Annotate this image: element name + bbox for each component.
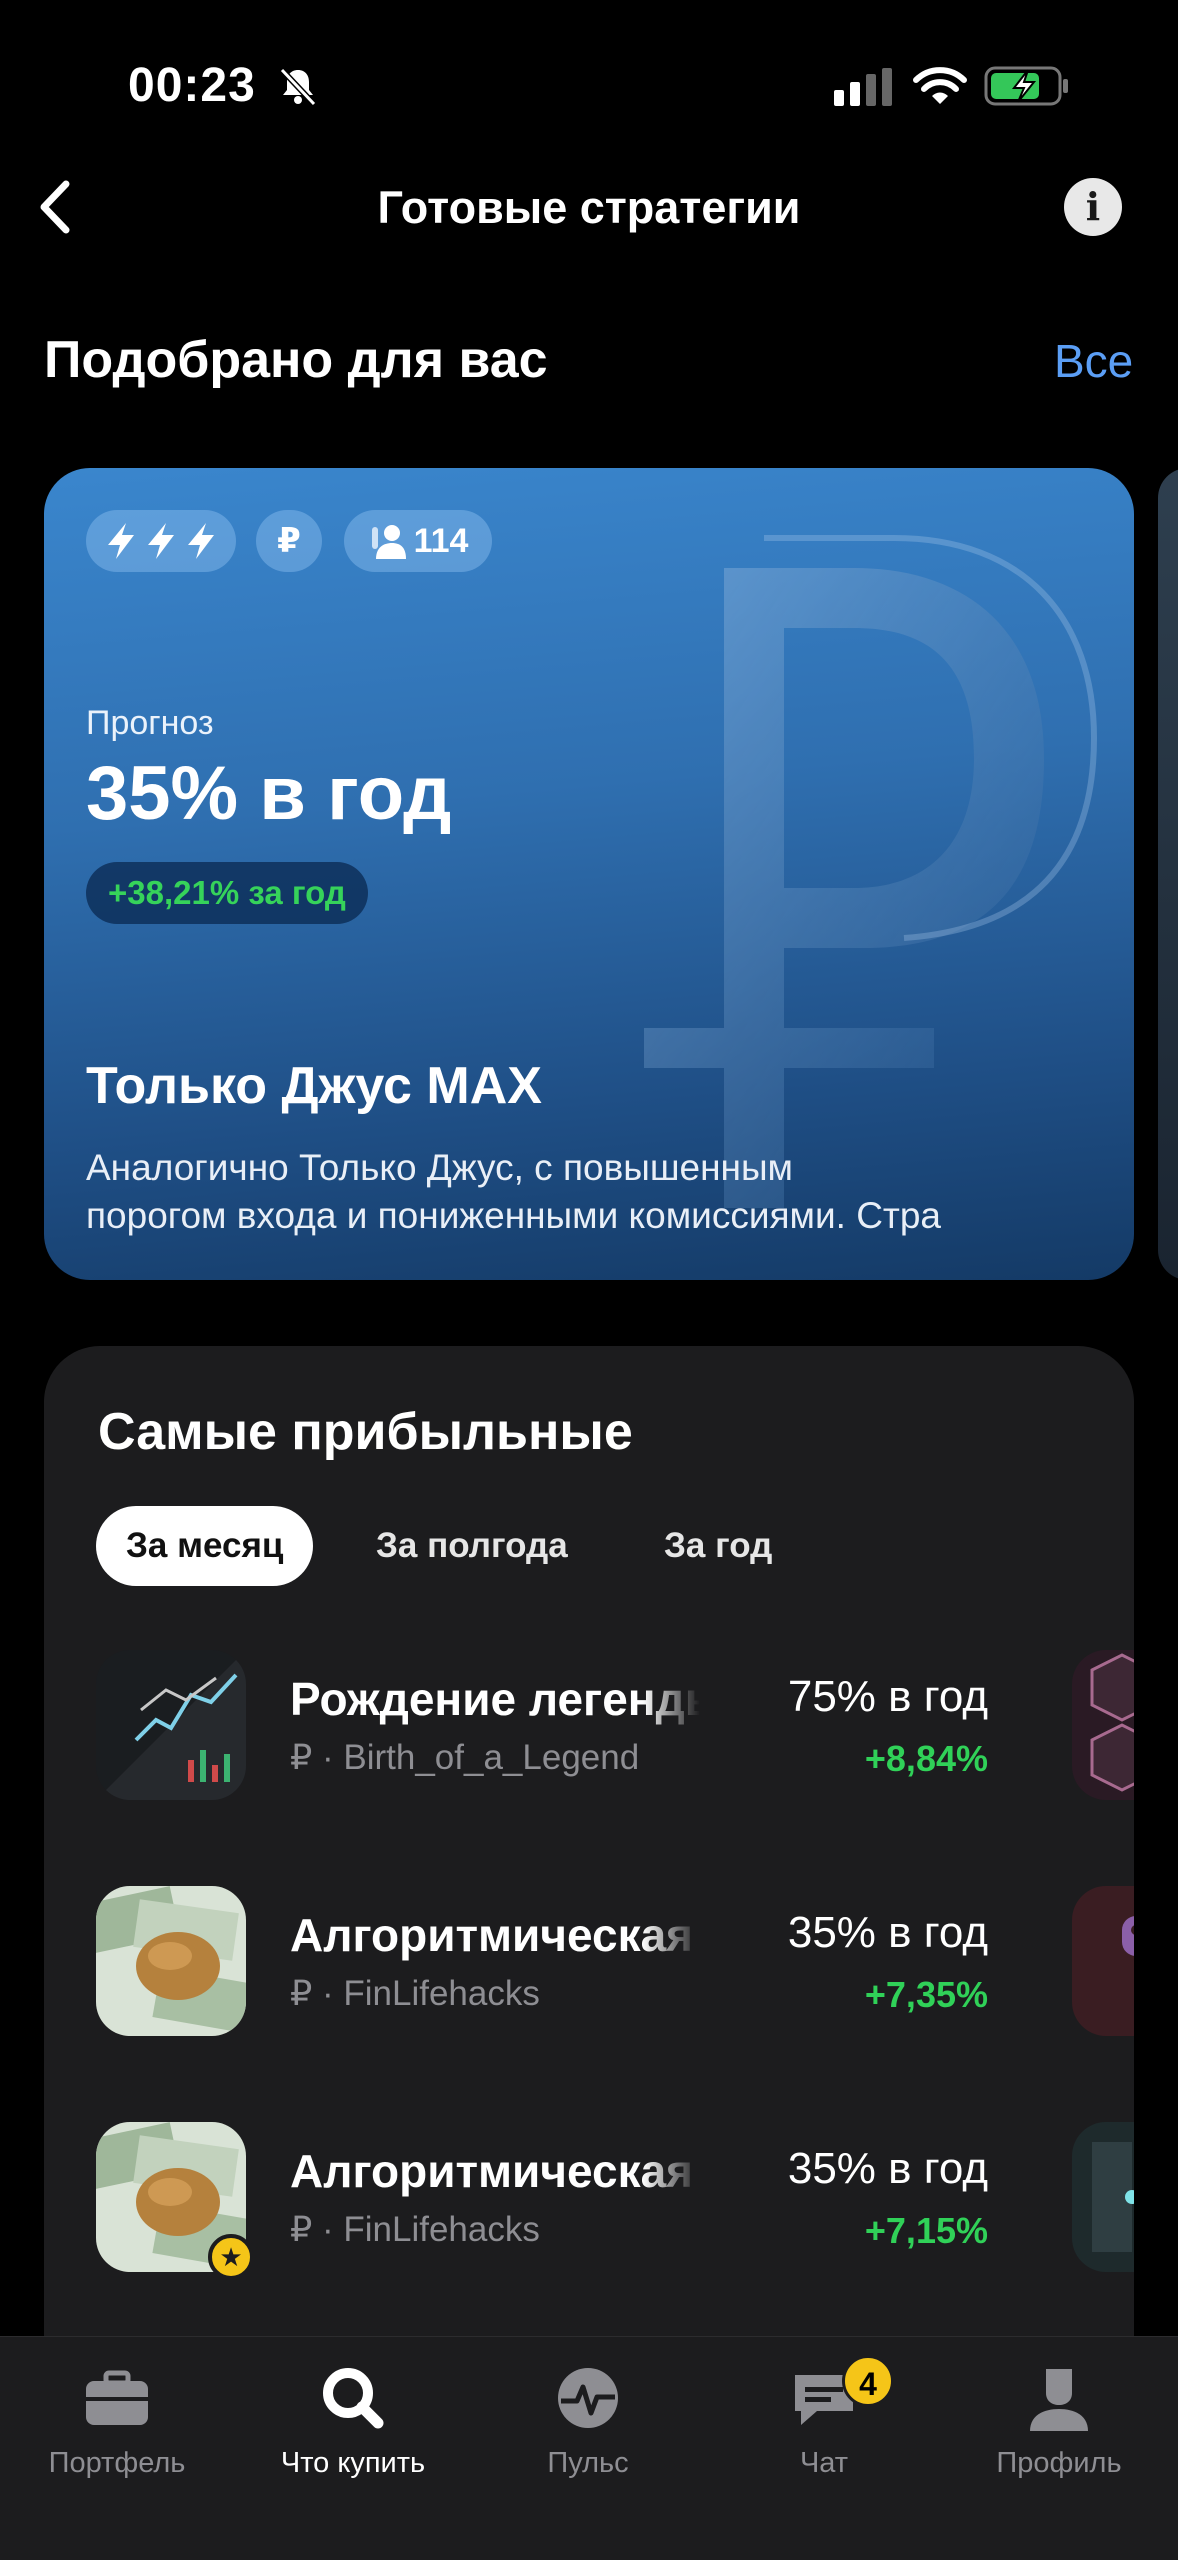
- profile-icon: [1030, 2369, 1088, 2431]
- pulse-icon: [558, 2368, 618, 2428]
- tab-portfolio[interactable]: Портфель: [7, 2363, 227, 2480]
- strategy-row[interactable]: ★ Алгоритмическая ₽ · FinLifehacks 35% в…: [96, 2122, 1134, 2280]
- see-all-link[interactable]: Все: [1054, 334, 1133, 388]
- subscribers-chip: 114: [344, 510, 492, 572]
- strategy-name: Рождение легенды: [290, 1673, 700, 1725]
- tab-label: Профиль: [996, 2447, 1122, 2479]
- tab-what-to-buy[interactable]: Что купить: [243, 2363, 463, 2480]
- bolt-icon: [108, 523, 134, 559]
- wifi-icon: [913, 67, 967, 104]
- bell-muted-icon: [279, 67, 317, 107]
- subscribers-count: 114: [413, 521, 469, 560]
- strategy-forecast: 75% в год: [787, 1672, 988, 1721]
- strategy-change: +8,84%: [864, 1738, 988, 1779]
- info-icon[interactable]: i: [1064, 178, 1122, 236]
- strategy-row[interactable]: Алгоритмическая ₽ · FinLifehacks 35% в г…: [96, 1886, 1134, 2036]
- strategy-author: ₽ · FinLifehacks: [290, 1974, 540, 2013]
- users-icon: [371, 525, 406, 559]
- risk-level-chip: [86, 510, 236, 572]
- next-column-thumbnail[interactable]: [1072, 1886, 1134, 2036]
- chat-unread-badge: 4: [842, 2355, 894, 2407]
- description-line-1: Аналогично Только Джус, с повышенным: [86, 1147, 793, 1188]
- status-bar: 00:23: [0, 0, 1178, 170]
- tab-label: Портфель: [48, 2447, 186, 2479]
- bolt-icon: [188, 523, 214, 559]
- tab-month[interactable]: За месяц: [96, 1506, 314, 1586]
- next-column-thumbnail[interactable]: [1072, 2122, 1134, 2272]
- status-time: 00:23: [128, 59, 256, 112]
- tab-label: Что купить: [280, 2447, 426, 2479]
- strategy-name: Алгоритмическая: [290, 1909, 694, 1961]
- battery-charging-icon: [984, 66, 1068, 106]
- tab-chat[interactable]: 4 Чат: [714, 2355, 934, 2480]
- tab-profile[interactable]: Профиль: [949, 2363, 1169, 2480]
- yield-pill: +38,21% за год: [86, 862, 368, 924]
- search-icon: [323, 2368, 384, 2429]
- next-strategy-card-peek[interactable]: [1158, 468, 1178, 1280]
- strategy-name: Алгоритмическая: [290, 2145, 694, 2197]
- strategy-forecast: 35% в год: [787, 2144, 988, 2193]
- description-line-2: порогом входа и пониженными комиссиями. …: [86, 1195, 942, 1236]
- next-column-thumbnail[interactable]: [1072, 1650, 1134, 1800]
- strategy-thumbnail-chart: [96, 1650, 246, 1800]
- strategy-thumbnail-money: [96, 1886, 246, 2036]
- tab-half-year[interactable]: За полгода: [346, 1506, 598, 1586]
- tab-label: Пульс: [547, 2447, 629, 2479]
- strategy-author: ₽ · Birth_of_a_Legend: [290, 1738, 640, 1777]
- most-profitable-section: Самые прибыльные За месяц За полгода За …: [44, 1346, 1134, 2346]
- currency-chip: ₽: [256, 510, 322, 572]
- tab-pulse[interactable]: Пульс: [478, 2363, 698, 2480]
- page-title: Готовые стратегии: [377, 182, 801, 233]
- strategy-row[interactable]: Рождение легенды ₽ · Birth_of_a_Legend 7…: [96, 1650, 1134, 1800]
- strategy-title: Только Джус MAX: [86, 1057, 542, 1115]
- star-badge-icon: ★: [208, 2234, 254, 2280]
- bottom-tab-bar: Портфель Что купить Пульс 4 Чат Профиль: [0, 2336, 1178, 2560]
- ruble-symbol-illustration: [644, 535, 1098, 1208]
- signal-icon: [834, 68, 892, 106]
- bolt-icon: [148, 523, 174, 559]
- tab-year[interactable]: За год: [634, 1506, 802, 1586]
- strategy-change: +7,35%: [864, 1974, 988, 2015]
- forecast-value: 35% в год: [86, 751, 452, 836]
- strategy-change: +7,15%: [864, 2210, 988, 2251]
- strategy-forecast: 35% в год: [787, 1908, 988, 1957]
- recommended-title: Подобрано для вас: [44, 331, 548, 389]
- strategy-author: ₽ · FinLifehacks: [290, 2210, 540, 2249]
- most-profitable-title: Самые прибыльные: [98, 1403, 633, 1461]
- briefcase-icon: [86, 2370, 148, 2425]
- strategy-description: Аналогично Только Джус, с повышенным пор…: [86, 1144, 1096, 1240]
- tab-label: Чат: [799, 2447, 849, 2479]
- forecast-label: Прогноз: [86, 704, 214, 742]
- featured-strategy-card[interactable]: ₽ 114 Прогноз 35% в год +38,21% за год Т…: [44, 468, 1134, 1280]
